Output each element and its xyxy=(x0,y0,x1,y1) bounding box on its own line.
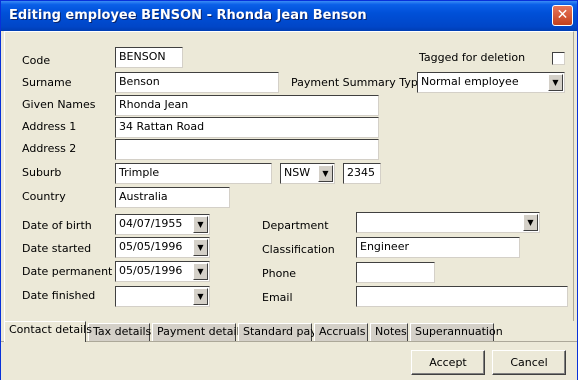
date-finished-picker[interactable]: ▼ xyxy=(115,286,210,307)
postcode-field[interactable]: 2345 xyxy=(343,163,381,184)
chevron-down-icon[interactable]: ▼ xyxy=(193,239,208,256)
employee-edit-window: Editing employee BENSON - Rhonda Jean Be… xyxy=(0,0,578,380)
date-of-birth-picker[interactable]: 04/07/1955 ▼ xyxy=(115,214,210,235)
code-field[interactable]: BENSON xyxy=(115,47,183,68)
tab-tax-details[interactable]: Tax details xyxy=(88,323,151,341)
email-field[interactable] xyxy=(356,286,568,307)
payment-summary-type-label: Payment Summary Type xyxy=(291,76,425,89)
tagged-for-deletion-label: Tagged for deletion xyxy=(419,51,526,64)
tab-standard-pay[interactable]: Standard pay xyxy=(238,323,317,341)
department-select[interactable]: ▼ xyxy=(356,212,540,233)
accept-button[interactable]: Accept xyxy=(411,350,485,375)
payment-summary-type-value: Normal employee xyxy=(421,75,519,88)
button-bar: Accept Cancel xyxy=(1,341,577,380)
tab-notes[interactable]: Notes xyxy=(370,323,408,341)
tab-payment-details[interactable]: Payment details xyxy=(152,323,245,341)
date-finished-label: Date finished xyxy=(22,289,96,302)
address2-label: Address 2 xyxy=(22,142,77,155)
title-bar: Editing employee BENSON - Rhonda Jean Be… xyxy=(1,1,577,31)
country-field[interactable]: Australia xyxy=(115,187,230,208)
date-of-birth-label: Date of birth xyxy=(22,219,92,232)
surname-field[interactable]: Benson xyxy=(115,72,279,93)
state-select[interactable]: NSW ▼ xyxy=(280,163,335,184)
given-names-label: Given Names xyxy=(22,98,96,111)
tab-contact-details[interactable]: Contact details xyxy=(4,321,92,342)
tab-accruals[interactable]: Accruals xyxy=(314,323,368,341)
phone-field[interactable] xyxy=(356,262,435,283)
address2-field[interactable] xyxy=(115,139,379,160)
tagged-for-deletion-checkbox[interactable] xyxy=(552,52,565,65)
chevron-down-icon[interactable]: ▼ xyxy=(193,216,208,233)
date-permanent-label: Date permanent xyxy=(22,265,113,278)
date-started-label: Date started xyxy=(22,242,92,255)
email-label: Email xyxy=(262,291,293,304)
suburb-label: Suburb xyxy=(22,166,62,179)
chevron-down-icon[interactable]: ▼ xyxy=(523,214,538,231)
department-label: Department xyxy=(262,219,329,232)
close-button[interactable]: ✕ xyxy=(552,5,573,26)
given-names-field[interactable]: Rhonda Jean xyxy=(115,95,379,116)
tab-bar: Contact details Tax details Payment deta… xyxy=(4,321,574,342)
chevron-down-icon[interactable]: ▼ xyxy=(318,165,333,182)
surname-label: Surname xyxy=(22,76,72,89)
state-value: NSW xyxy=(284,166,311,179)
date-of-birth-value: 04/07/1955 xyxy=(119,217,183,230)
tab-superannuation[interactable]: Superannuation xyxy=(410,323,503,341)
suburb-field[interactable]: Trimple xyxy=(115,163,272,184)
code-label: Code xyxy=(22,54,51,67)
date-permanent-value: 05/05/1996 xyxy=(119,264,183,277)
address1-field[interactable]: 34 Rattan Road xyxy=(115,117,379,138)
date-started-value: 05/05/1996 xyxy=(119,240,183,253)
payment-summary-type-select[interactable]: Normal employee ▼ xyxy=(417,72,565,93)
contact-details-panel: Code Surname Given Names Address 1 Addre… xyxy=(4,31,574,321)
phone-label: Phone xyxy=(262,267,297,280)
chevron-down-icon[interactable]: ▼ xyxy=(193,263,208,280)
classification-field[interactable]: Engineer xyxy=(356,237,520,258)
chevron-down-icon[interactable]: ▼ xyxy=(193,288,208,305)
chevron-down-icon[interactable]: ▼ xyxy=(548,74,563,91)
date-permanent-picker[interactable]: 05/05/1996 ▼ xyxy=(115,261,210,282)
address1-label: Address 1 xyxy=(22,120,77,133)
window-title: Editing employee BENSON - Rhonda Jean Be… xyxy=(9,8,367,23)
cancel-button[interactable]: Cancel xyxy=(492,350,566,375)
classification-label: Classification xyxy=(262,243,335,256)
country-label: Country xyxy=(22,190,66,203)
date-started-picker[interactable]: 05/05/1996 ▼ xyxy=(115,237,210,258)
